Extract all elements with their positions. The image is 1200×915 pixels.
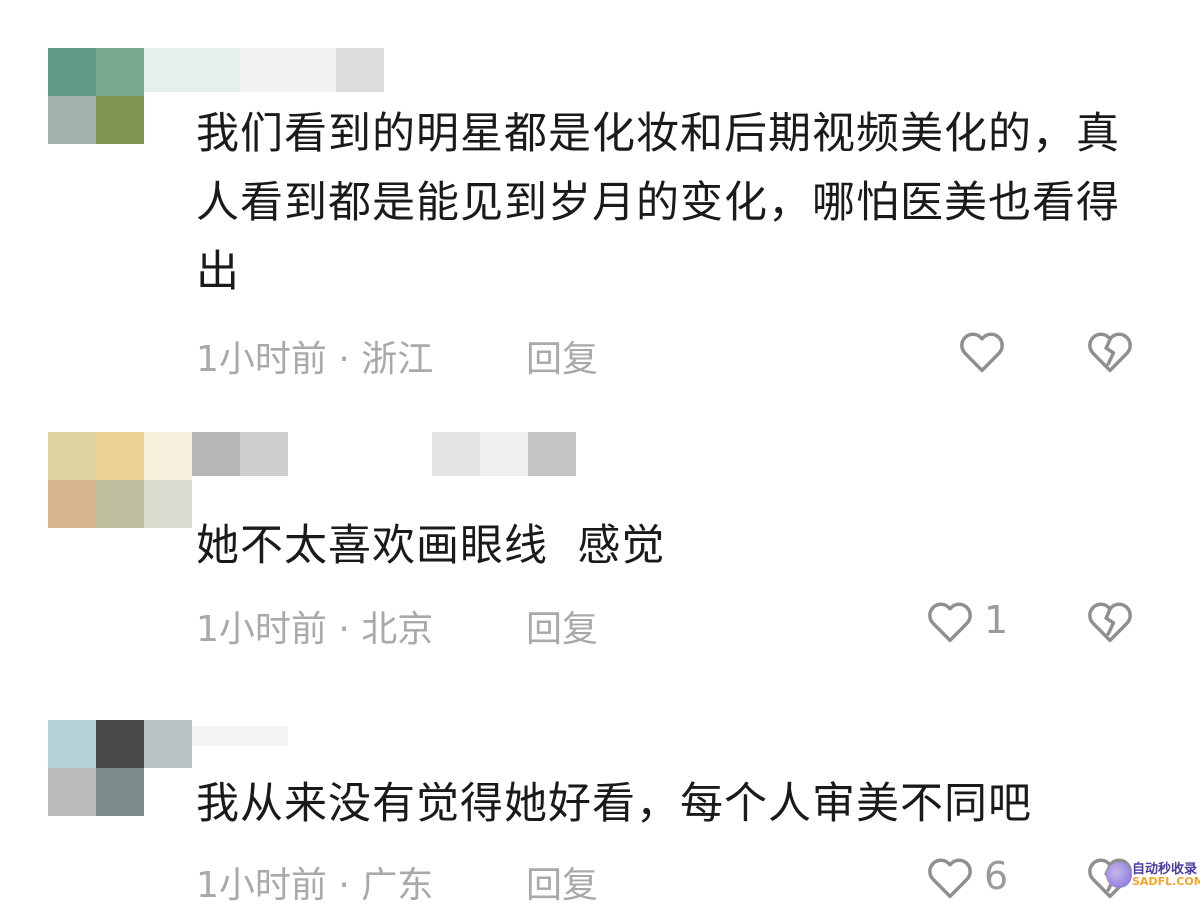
avatar-pixel bbox=[96, 480, 144, 528]
time-location: 1小时前 · 浙江 bbox=[196, 339, 434, 380]
broken-heart-icon bbox=[1088, 602, 1132, 643]
comment-text: 她不太喜欢画眼线 感觉 bbox=[196, 521, 666, 571]
avatar-pixel bbox=[48, 768, 96, 816]
username-pixel bbox=[432, 432, 480, 476]
avatar-pixel bbox=[96, 48, 144, 96]
avatar-pixel bbox=[48, 480, 96, 528]
avatar-pixel bbox=[96, 96, 144, 144]
username-pixel bbox=[240, 432, 288, 476]
comment-meta: 1小时前 · 北京 回复 bbox=[196, 600, 598, 652]
username-blurred[interactable] bbox=[192, 726, 288, 770]
reply-button[interactable]: 回复 bbox=[526, 330, 598, 382]
avatar-pixel bbox=[96, 768, 144, 816]
reply-button[interactable]: 回复 bbox=[526, 600, 598, 652]
time-location: 1小时前 · 广东 bbox=[196, 865, 434, 906]
heart-outline-icon bbox=[928, 858, 972, 899]
username-pixel bbox=[240, 48, 336, 92]
avatar[interactable] bbox=[48, 432, 192, 528]
like-count: 6 bbox=[984, 854, 1009, 898]
avatar-pixel bbox=[96, 432, 144, 480]
comment-text: 我们看到的明星都是化妆和后期视频美化的，真人看到都是能见到岁月的变化，哪怕医美也… bbox=[196, 109, 1120, 297]
avatar[interactable] bbox=[48, 720, 192, 816]
like-button[interactable] bbox=[956, 326, 1016, 382]
time-location: 1小时前 · 北京 bbox=[196, 609, 434, 650]
like-count: 1 bbox=[984, 598, 1009, 642]
username-blurred[interactable] bbox=[144, 48, 384, 92]
username-pixel bbox=[336, 48, 384, 92]
dislike-button[interactable] bbox=[1084, 596, 1140, 652]
avatar-pixel bbox=[48, 96, 96, 144]
heart-outline-icon bbox=[960, 332, 1004, 373]
comment-meta: 1小时前 · 浙江 回复 bbox=[196, 330, 598, 382]
username-pixel bbox=[528, 432, 576, 476]
username-pixel bbox=[480, 432, 528, 476]
watermark-line2: SADFL.COM bbox=[1132, 875, 1200, 888]
comment-text: 我从来没有觉得她好看，每个人审美不同吧 bbox=[196, 779, 1032, 829]
watermark-logo-icon bbox=[1106, 862, 1132, 888]
dislike-button[interactable] bbox=[1084, 326, 1140, 382]
username-pixel bbox=[144, 48, 240, 92]
avatar-pixel bbox=[96, 720, 144, 768]
avatar-pixel bbox=[48, 432, 96, 480]
watermark: 自动秒收录 SADFL.COM bbox=[1106, 858, 1200, 894]
avatar-pixel bbox=[144, 480, 192, 528]
username-pixel bbox=[192, 432, 240, 476]
broken-heart-icon bbox=[1088, 332, 1132, 373]
heart-outline-icon bbox=[928, 602, 972, 643]
username-pixel bbox=[192, 726, 288, 746]
avatar-pixel bbox=[144, 720, 192, 768]
username-blurred[interactable] bbox=[192, 432, 576, 476]
like-button[interactable]: 1 bbox=[924, 596, 1024, 652]
like-button[interactable]: 6 bbox=[924, 852, 1024, 908]
avatar-pixel bbox=[144, 432, 192, 480]
comment-meta: 1小时前 · 广东 回复 bbox=[196, 856, 598, 908]
reply-button[interactable]: 回复 bbox=[526, 856, 598, 908]
avatar-pixel bbox=[48, 48, 96, 96]
avatar-pixel bbox=[48, 720, 96, 768]
